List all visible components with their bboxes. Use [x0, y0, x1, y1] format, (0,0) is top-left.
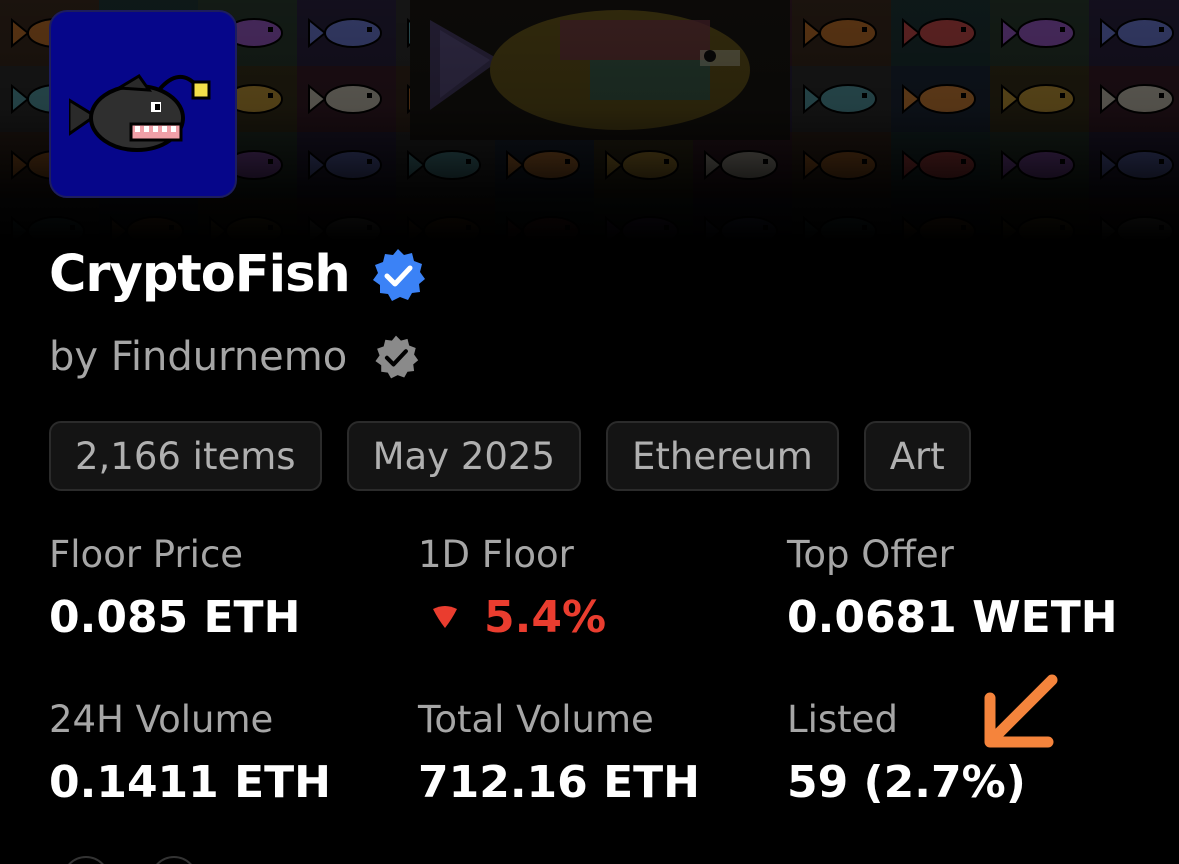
creator-verified-badge-icon [375, 335, 419, 379]
stat-label: Total Volume [418, 698, 654, 741]
stat-total-volume: Total Volume 712.16 ETH [418, 698, 700, 810]
stat-value: 0.1411 ETH [49, 757, 332, 808]
stat-label: 24H Volume [49, 698, 274, 741]
stat-value: 0.0681 WETH [787, 592, 1118, 643]
chip-chain[interactable]: Ethereum [605, 421, 839, 491]
stat-label: 1D Floor [418, 533, 574, 576]
collection-avatar[interactable] [49, 10, 237, 198]
bottom-peek-icon [150, 856, 198, 864]
chip-created-date[interactable]: May 2025 [346, 421, 581, 491]
stat-value-percent: 5.4% [484, 592, 607, 643]
stat-value-change: 5.4% [418, 591, 606, 645]
verified-check-badge-icon [372, 249, 425, 301]
anglerfish-logo-image [69, 74, 211, 152]
caret-down-icon [433, 606, 457, 628]
arrow-down-left-icon [984, 674, 1058, 748]
stat-label: Floor Price [49, 533, 244, 576]
stat-floor-price: Floor Price 0.085 ETH [49, 533, 300, 645]
stat-value: 712.16 ETH [418, 757, 701, 808]
collection-info-chips: 2,166 items May 2025 Ethereum Art [49, 421, 971, 491]
stat-24h-volume: 24H Volume 0.1411 ETH [49, 698, 331, 810]
creator-row[interactable]: by Findurnemo [49, 325, 419, 389]
collection-page: CryptoFish by Findurnemo 2,166 items May… [0, 0, 1179, 864]
collection-title-row: CryptoFish [49, 240, 426, 310]
chip-category[interactable]: Art [863, 421, 971, 491]
stat-top-offer: Top Offer 0.0681 WETH [787, 533, 1118, 645]
stat-value: 59 (2.7%) [787, 757, 1026, 808]
stat-1d-floor: 1D Floor 5.4% [418, 533, 606, 645]
collection-name: CryptoFish [49, 245, 351, 304]
stat-value: 0.085 ETH [49, 592, 301, 643]
bottom-peek-icon [62, 856, 110, 864]
creator-name[interactable]: by Findurnemo [49, 325, 347, 389]
chip-items-count[interactable]: 2,166 items [49, 421, 322, 491]
stat-label: Top Offer [787, 533, 954, 576]
